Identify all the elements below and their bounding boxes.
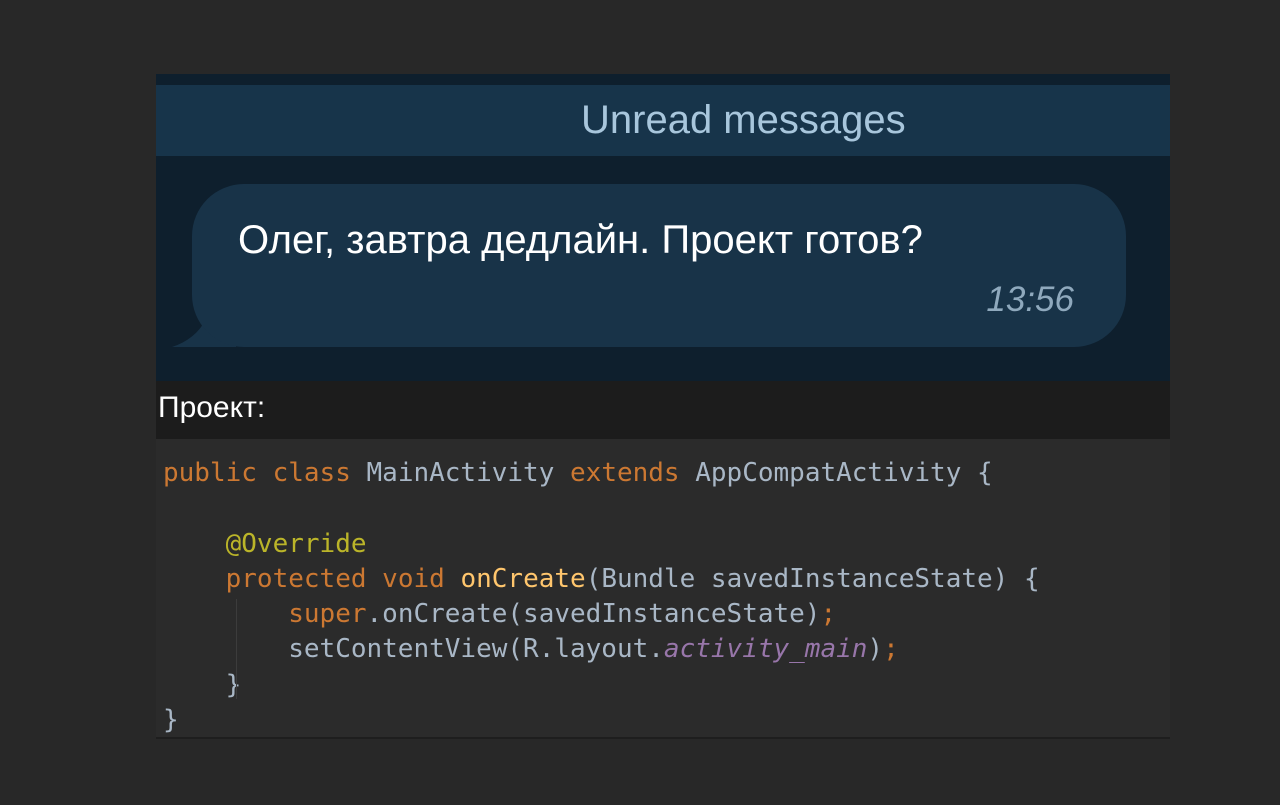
code-line-annotation: @Override [163, 526, 367, 562]
code-line-close-class: } [163, 702, 179, 738]
message-text: Олег, завтра дедлайн. Проект готов? [238, 218, 923, 262]
unread-messages-label: Unread messages [581, 98, 906, 142]
method-params: (Bundle savedInstanceState) { [585, 564, 1040, 594]
keyword-void: void [382, 564, 445, 594]
unread-messages-divider: Unread messages [156, 85, 1170, 156]
keyword-class: class [272, 458, 351, 488]
close-brace-inner: } [225, 670, 242, 700]
semicolon: ; [883, 634, 899, 664]
code-line-close-method: } [163, 667, 242, 703]
set-content-suffix: ) [867, 634, 884, 664]
keyword-public: public [163, 458, 257, 488]
keyword-extends: extends [570, 458, 680, 488]
super-call-rest: .onCreate(savedInstanceState) [366, 599, 821, 629]
chat-panel: Unread messages Олег, завтра дедлайн. Пр… [156, 74, 1170, 381]
semicolon: ; [820, 599, 837, 629]
code-line-method-decl: protected void onCreate(Bundle savedInst… [163, 561, 1040, 597]
caption-label: Проект: [158, 391, 266, 424]
method-name: onCreate [460, 564, 586, 594]
keyword-super: super [288, 599, 367, 629]
close-brace-outer: } [163, 705, 179, 735]
indent-guide [236, 599, 237, 699]
caption-bar: Проект: [156, 381, 1170, 439]
override-annotation: @Override [225, 529, 367, 559]
set-content-prefix: setContentView(R.layout. [288, 634, 664, 664]
layout-field: activity_main [663, 634, 868, 664]
keyword-protected: protected [225, 564, 367, 594]
code-editor: public class MainActivity extends AppCom… [156, 439, 1170, 739]
message-bubble[interactable]: Олег, завтра дедлайн. Проект готов? 13:5… [192, 184, 1126, 347]
class-name: MainActivity [366, 458, 555, 488]
parent-class: AppCompatActivity [695, 458, 962, 488]
meme-frame: Unread messages Олег, завтра дедлайн. Пр… [156, 74, 1170, 739]
code-line-class-decl: public class MainActivity extends AppCom… [163, 455, 993, 491]
code-line-super-call: super.onCreate(savedInstanceState); [163, 596, 836, 632]
open-brace: { [977, 458, 993, 488]
message-timestamp: 13:56 [986, 280, 1074, 319]
code-line-set-content: setContentView(R.layout.activity_main); [163, 631, 899, 667]
